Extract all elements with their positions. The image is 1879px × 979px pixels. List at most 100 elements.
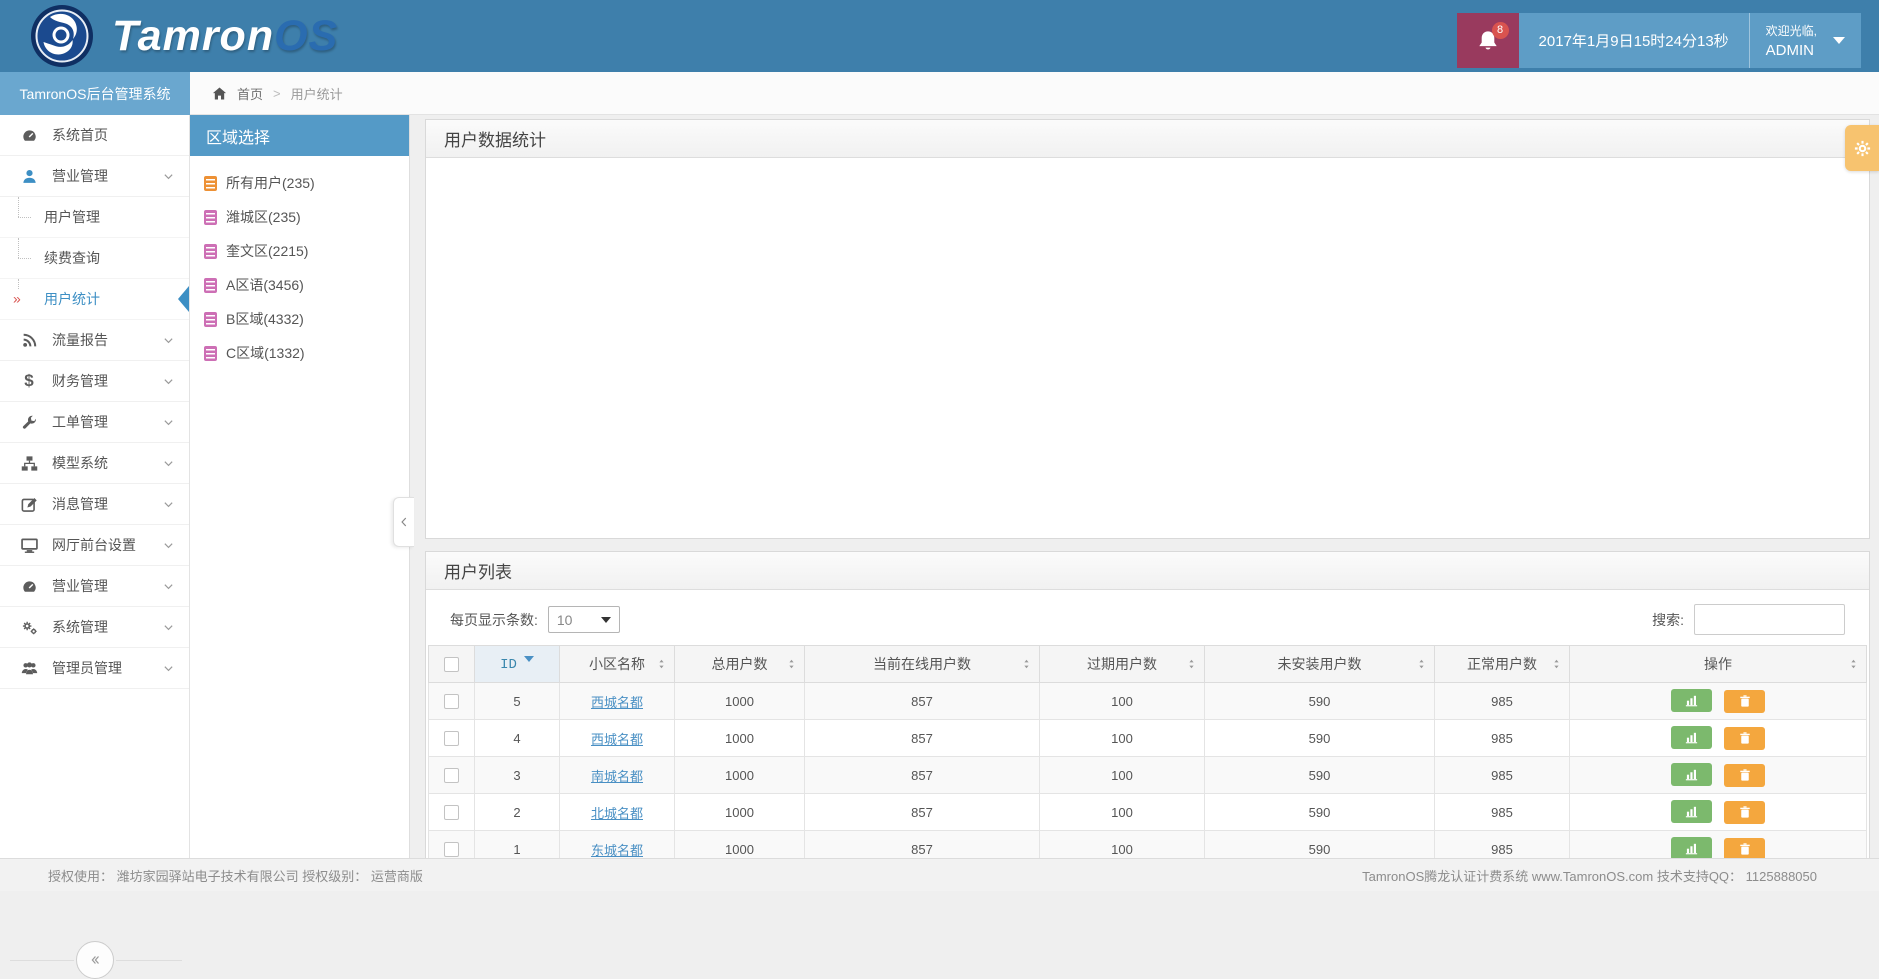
delete-button[interactable] [1724,837,1765,858]
row-checkbox[interactable] [444,731,459,747]
sidebar-item-business-mgmt[interactable]: 营业管理 [0,156,189,197]
row-checkbox[interactable] [444,694,459,710]
search-input[interactable] [1694,604,1845,635]
community-name-link[interactable]: 北城名都 [591,806,643,821]
region-item-4[interactable]: B区域(4332) [190,302,409,336]
region-item-1[interactable]: 潍城区(235) [190,200,409,234]
row-checkbox[interactable] [444,805,459,821]
breadcrumb-separator: > [273,85,281,101]
delete-button[interactable] [1724,763,1765,787]
region-list-icon [204,277,217,293]
sidebar-item-portal-settings[interactable]: 网厅前台设置 [0,525,189,566]
view-stats-button[interactable] [1671,837,1712,858]
community-name-link[interactable]: 西城名都 [591,695,643,710]
region-item-label: 所有用户(235) [226,175,315,191]
column-header-id[interactable]: ID [474,645,560,683]
view-stats-button[interactable] [1671,689,1712,713]
notifications-button[interactable]: 8 [1456,13,1519,68]
main-content: 用户数据统计 用户列表 每页显示条数: 10 搜索: ID 小区名称 总用户数 当前在 [410,115,1879,858]
breadcrumb-home[interactable]: 首页 [237,84,263,103]
sidebar-item-traffic-report[interactable]: 流量报告 [0,320,189,361]
chevron-down-icon [162,580,175,593]
row-checkbox[interactable] [444,768,459,784]
divider [10,960,74,961]
community-name-link[interactable]: 西城名都 [591,732,643,747]
user-menu[interactable]: 欢迎光临, ADMIN [1748,13,1861,68]
active-item-marker: » [13,289,21,308]
panel-collapse-button[interactable] [393,497,414,547]
cell-expired: 100 [1039,793,1205,831]
table-row: 5 西城名都 1000 857 100 590 985 [428,682,1867,720]
view-stats-button[interactable] [1671,763,1712,787]
sidebar-item-admin-mgmt[interactable]: 管理员管理 [0,648,189,689]
region-list: 所有用户(235) 潍城区(235) 奎文区(2215) A区语(3456) B区域(4… [190,156,409,370]
column-header-uninstalled[interactable]: 未安装用户数 [1204,645,1435,683]
cell-expired: 100 [1039,756,1205,794]
sort-icon [786,658,797,671]
cell-expired: 100 [1039,719,1205,757]
footer: 授权使用： 潍坊家园驿站电子技术有限公司 授权级别： 运营商版 TamronOS… [0,858,1879,891]
cell-expired: 100 [1039,682,1205,720]
community-name-link[interactable]: 南城名都 [591,769,643,784]
divider [116,960,182,961]
top-header: TamronOS 8 2017年1月9日15时24分13秒 欢迎光临, ADMI… [0,0,1879,72]
select-all-checkbox[interactable] [444,657,459,673]
sort-icon [1848,658,1859,671]
row-checkbox[interactable] [444,842,459,858]
trash-icon [1738,842,1752,856]
delete-button[interactable] [1724,800,1765,824]
chevron-down-icon [1833,37,1845,44]
notification-badge: 8 [1491,22,1509,39]
view-stats-button[interactable] [1671,726,1712,750]
column-header-expired[interactable]: 过期用户数 [1039,645,1205,683]
table-row: 3 南城名都 1000 857 100 590 985 [428,756,1867,794]
welcome-text: 欢迎光临, [1765,24,1817,38]
sitemap-icon [18,455,40,472]
page-size-select[interactable]: 10 [547,606,620,633]
delete-button[interactable] [1724,726,1765,750]
user-icon [18,168,40,185]
table-header-row: ID 小区名称 总用户数 当前在线用户数 过期用户数 未安装用户数 正常用户数 操作 [428,645,1867,683]
view-stats-button[interactable] [1671,800,1712,824]
desktop-icon [18,537,40,554]
column-header-ops[interactable]: 操作 [1569,645,1867,683]
cell-online: 857 [804,682,1040,720]
sidebar-item-label: 消息管理 [52,496,108,512]
sidebar-subitem-renewal-query[interactable]: 续费查询 [0,238,189,279]
region-item-label: B区域(4332) [226,311,304,327]
app-logo: TamronOS [30,4,338,68]
dashboard-icon [18,127,40,144]
column-header-label: 操作 [1704,656,1732,672]
sidebar-item-system-mgmt[interactable]: 系统管理 [0,607,189,648]
user-table: ID 小区名称 总用户数 当前在线用户数 过期用户数 未安装用户数 正常用户数 操作 5 西城名… [428,645,1867,858]
sidebar-item-label: 管理员管理 [52,660,122,676]
region-item-2[interactable]: 奎文区(2215) [190,234,409,268]
chart-bars-icon [1684,841,1699,856]
column-header-total[interactable]: 总用户数 [674,645,805,683]
column-header-normal[interactable]: 正常用户数 [1434,645,1570,683]
region-item-3[interactable]: A区语(3456) [190,268,409,302]
column-header-label: 当前在线用户数 [873,656,971,672]
sidebar-item-business-mgmt-2[interactable]: 营业管理 [0,566,189,607]
sidebar-item-finance-mgmt[interactable]: $ 财务管理 [0,361,189,402]
community-name-link[interactable]: 东城名都 [591,843,643,858]
column-header-online[interactable]: 当前在线用户数 [804,645,1040,683]
column-header-checkbox[interactable] [428,645,475,683]
cell-uninstalled: 590 [1204,756,1435,794]
sidebar-subitem-user-mgmt[interactable]: 用户管理 [0,197,189,238]
region-item-0[interactable]: 所有用户(235) [190,166,409,200]
sidebar-collapse-button[interactable] [76,941,114,979]
column-header-name[interactable]: 小区名称 [559,645,675,683]
cell-total: 1000 [674,756,805,794]
region-item-5[interactable]: C区域(1332) [190,336,409,370]
sidebar-item-message-mgmt[interactable]: 消息管理 [0,484,189,525]
settings-flyout-button[interactable] [1845,125,1879,171]
sidebar-item-model-system[interactable]: 模型系统 [0,443,189,484]
delete-button[interactable] [1724,689,1765,713]
table-body: 5 西城名都 1000 857 100 590 985 4 西城名都 1000 857 100 590 9… [428,682,1867,858]
sidebar-subitem-user-stats[interactable]: » 用户统计 [0,279,189,320]
chevron-down-icon [162,375,175,388]
sidebar-item-system-home[interactable]: 系统首页 [0,115,189,156]
sidebar-item-work-order-mgmt[interactable]: 工单管理 [0,402,189,443]
chart-bars-icon [1684,767,1699,782]
